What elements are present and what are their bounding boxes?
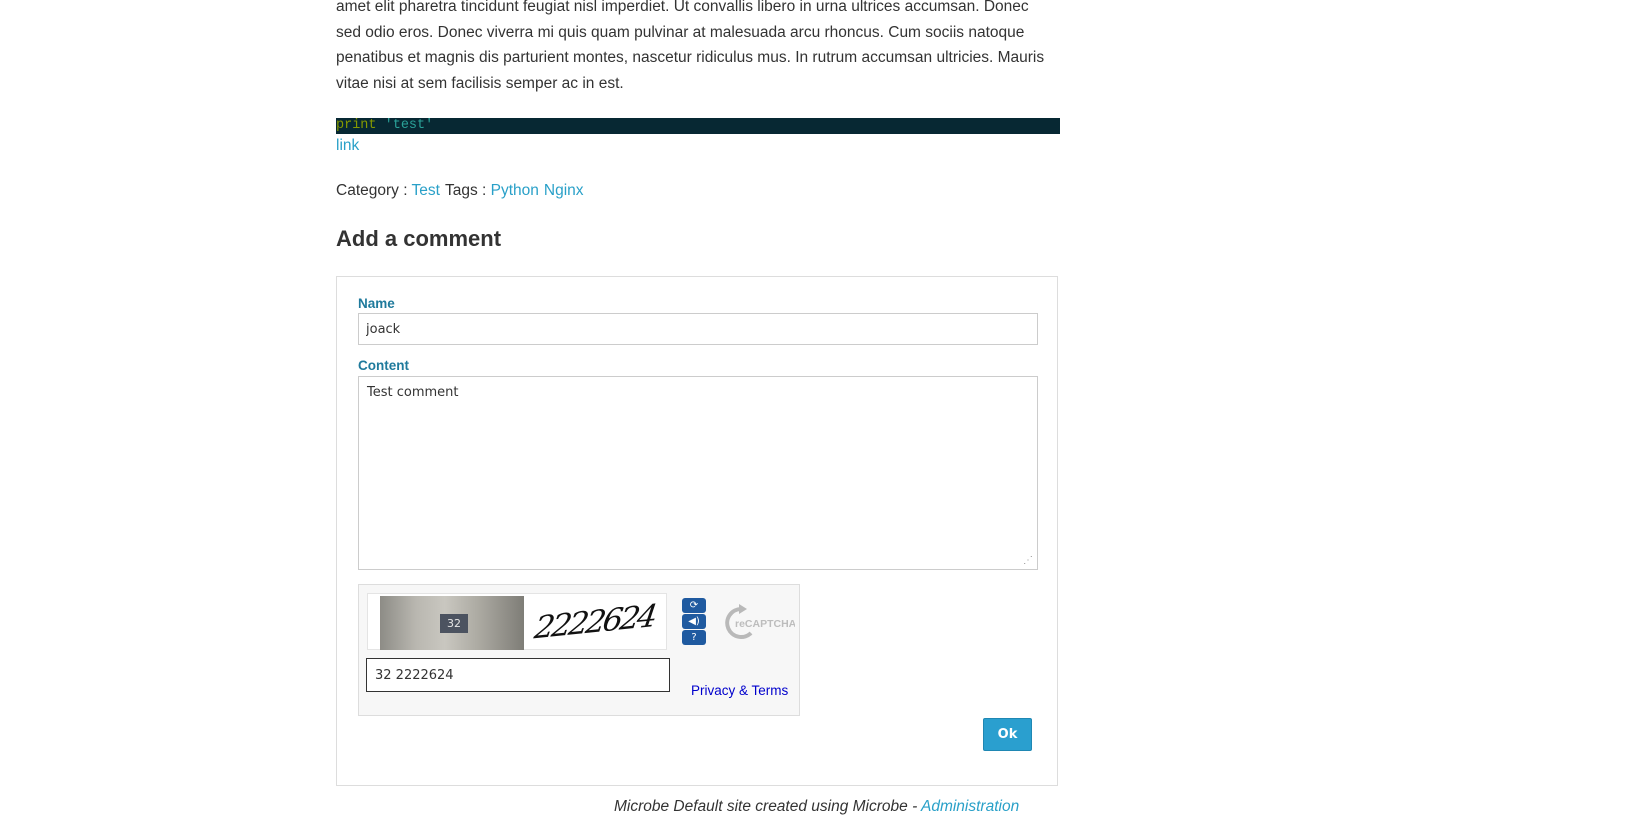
recaptcha-logo-text: reCAPTCHA™ xyxy=(735,618,795,630)
paragraph-line: penatibus et magnis dis parturient monte… xyxy=(336,49,1045,66)
code-keyword: print xyxy=(336,118,377,133)
captcha-response-input[interactable] xyxy=(366,658,670,692)
comment-heading: Add a comment xyxy=(336,226,502,251)
paragraph-line: sed odio eros. Donec viverra mi quis qua… xyxy=(336,23,1025,41)
category-label: Category : xyxy=(336,182,408,199)
privacy-terms-link[interactable]: Privacy & Terms xyxy=(691,683,788,698)
category-link[interactable]: Test xyxy=(412,182,440,199)
tag-link-nginx[interactable]: Nginx xyxy=(544,182,584,199)
code-string: 'test' xyxy=(384,118,434,133)
footer-text: Microbe Default site created using Micro… xyxy=(614,798,921,815)
captcha-house-number: 32 xyxy=(440,614,468,633)
comment-form: Name Content Test comment ⋰ 32 2222624 ⟳… xyxy=(336,276,1058,786)
captcha-photo: 32 xyxy=(380,596,524,650)
help-icon[interactable]: ? xyxy=(682,630,706,645)
page: amet elit pharetra tincidunt feugiat nis… xyxy=(0,0,1639,820)
captcha-distorted-word: 2222624 xyxy=(532,598,657,647)
content-textarea[interactable]: Test comment xyxy=(358,376,1038,570)
audio-icon[interactable]: ◀) xyxy=(682,614,706,629)
refresh-icon[interactable]: ⟳ xyxy=(682,598,706,613)
name-input[interactable] xyxy=(358,313,1038,345)
content-label: Content xyxy=(358,358,409,373)
administration-link[interactable]: Administration xyxy=(921,798,1019,815)
paragraph-line: vitae nisi at sem facilisis semper ac in… xyxy=(336,74,624,92)
article-paragraph: amet elit pharetra tincidunt feugiat nis… xyxy=(336,0,1056,96)
recaptcha-widget: 32 2222624 ⟳ ◀) ? reCAPTCHA™ Privacy & T… xyxy=(358,584,807,716)
site-footer: Microbe Default site created using Micro… xyxy=(614,798,1019,816)
paragraph-line: amet elit pharetra tincidunt feugiat nis… xyxy=(336,0,1029,15)
post-link[interactable]: link xyxy=(336,137,359,155)
name-label: Name xyxy=(358,296,395,311)
tag-link-python[interactable]: Python xyxy=(491,182,539,199)
tags-label: Tags : xyxy=(444,182,487,199)
submit-button[interactable]: Ok xyxy=(983,718,1032,751)
code-block: print 'test' xyxy=(336,118,1060,134)
captcha-image: 32 2222624 xyxy=(367,593,667,650)
post-meta: Category : Test Tags : Python Nginx xyxy=(336,182,589,200)
recaptcha-logo-icon: reCAPTCHA™ xyxy=(721,603,807,643)
resize-grip-icon[interactable]: ⋰ xyxy=(1023,555,1035,567)
